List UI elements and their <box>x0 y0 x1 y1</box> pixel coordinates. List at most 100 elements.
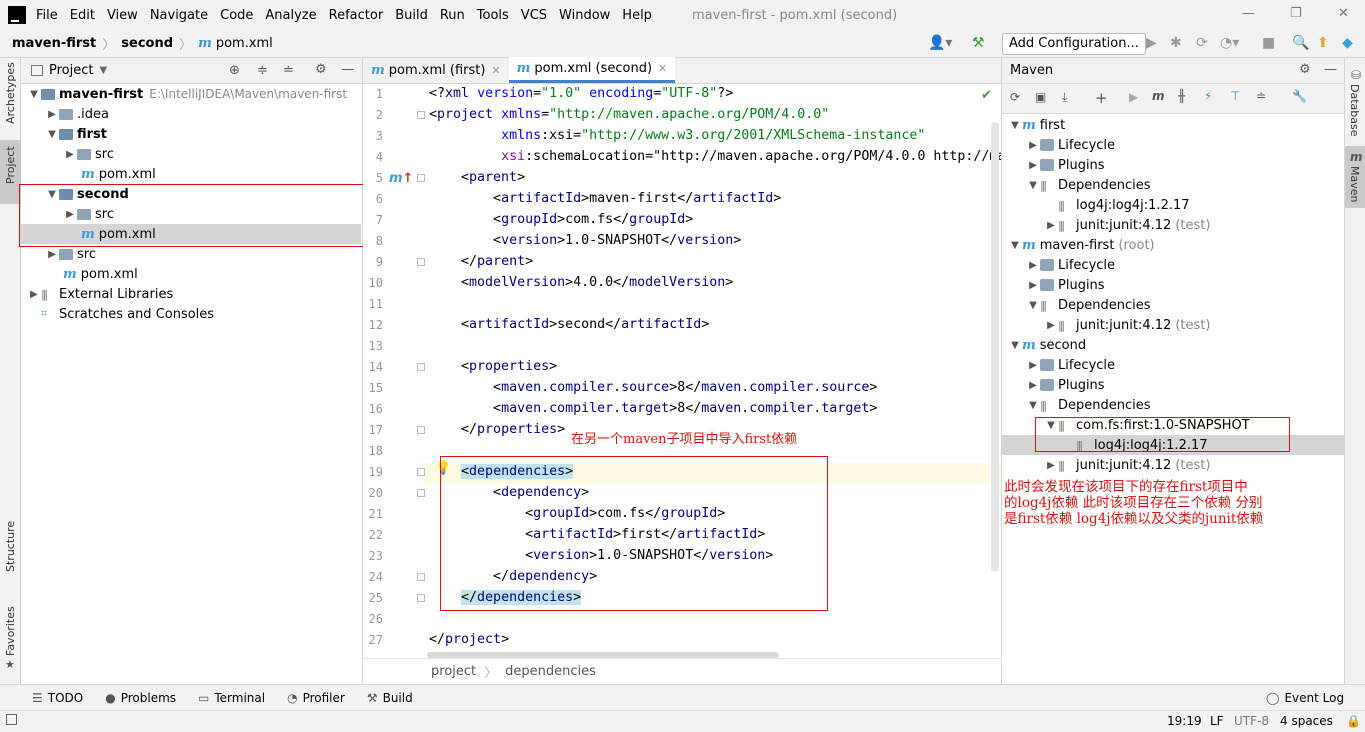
menu-analyze[interactable]: Analyze <box>265 8 316 23</box>
project-tool-tab[interactable]: Project <box>4 146 17 184</box>
menu-build[interactable]: Build <box>395 8 428 23</box>
horizontal-scrollbar[interactable] <box>427 652 779 658</box>
vertical-scrollbar[interactable] <box>991 122 999 572</box>
maven-tree-item[interactable]: ▶ Lifecycle <box>1002 135 1345 155</box>
problems-tool-button[interactable]: ● Problems <box>105 691 176 705</box>
maven-tree-item[interactable]: ▼ ||| Dependencies <box>1002 395 1345 415</box>
generate-sources-icon[interactable]: ▣ <box>1035 90 1046 104</box>
maven-tree-item[interactable]: ▼ ||| Dependencies <box>1002 175 1345 195</box>
toggle-offline-icon[interactable]: ╫ <box>1178 89 1185 103</box>
stop-icon[interactable]: ■ <box>1262 35 1275 51</box>
structure-tool-tab[interactable]: Structure <box>4 521 17 572</box>
chevron-down-icon[interactable]: ▼ <box>99 65 107 76</box>
todo-tool-button[interactable]: ☰ TODO <box>32 691 83 705</box>
restore-icon[interactable]: ❐ <box>1290 6 1302 21</box>
terminal-tool-button[interactable]: ▭ Terminal <box>198 691 265 705</box>
execute-goal-icon[interactable]: m <box>1152 89 1165 103</box>
maven-tree-item[interactable]: ▶ ||| junit:junit:4.12 (test) <box>1002 315 1345 335</box>
lightbulb-icon[interactable]: 💡 <box>435 461 451 476</box>
menu-window[interactable]: Window <box>559 8 610 23</box>
close-tab-icon[interactable]: ✕ <box>491 64 500 77</box>
hide-icon[interactable]: — <box>341 62 354 77</box>
archetypes-tool-tab[interactable]: Archetypes <box>4 62 17 124</box>
maven-tree-item[interactable]: ▶ Plugins <box>1002 275 1345 295</box>
fold-marker-icon[interactable] <box>417 174 425 182</box>
code-area[interactable]: <?xml version="1.0" encoding="UTF-8"?> <p… <box>363 84 1001 658</box>
line-separator[interactable]: LF <box>1210 714 1224 728</box>
menu-view[interactable]: View <box>107 8 138 23</box>
fold-marker-icon[interactable] <box>417 111 425 119</box>
tree-item-root-pom[interactable]: m pom.xml <box>21 264 361 284</box>
menu-navigate[interactable]: Navigate <box>150 8 208 23</box>
menu-code[interactable]: Code <box>220 8 253 23</box>
menu-file[interactable]: File <box>36 8 58 23</box>
minimize-icon[interactable]: — <box>1242 6 1255 21</box>
profile-icon[interactable]: ◔▾ <box>1220 35 1239 51</box>
project-panel-title[interactable]: Project <box>49 63 93 78</box>
maven-tree-item[interactable]: ▶ Lifecycle <box>1002 255 1345 275</box>
menu-refactor[interactable]: Refactor <box>329 8 384 23</box>
maven-tree-item[interactable]: ▼ ||| Dependencies <box>1002 295 1345 315</box>
fold-marker-icon[interactable] <box>417 594 425 602</box>
collapse-all-icon[interactable]: ≐ <box>1256 89 1266 103</box>
build-tool-button[interactable]: ⚒ Build <box>367 691 413 705</box>
gear-icon[interactable]: ⚙ <box>315 62 327 77</box>
menu-help[interactable]: Help <box>622 8 652 23</box>
maven-tree-item[interactable]: ▼ m maven-first (root) <box>1002 235 1345 255</box>
close-tab-icon[interactable]: ✕ <box>658 62 667 75</box>
maven-tree-item[interactable]: ▶ Plugins <box>1002 375 1345 395</box>
breadcrumb-project[interactable]: maven-first <box>12 36 96 51</box>
run-icon[interactable]: ▶ <box>1146 35 1157 51</box>
maven-tree-item[interactable]: ▼ m first <box>1002 115 1345 135</box>
locate-icon[interactable]: ⊕ <box>229 63 240 78</box>
build-hammer-icon[interactable]: ⚒ <box>972 35 985 51</box>
editor-breadcrumb-project[interactable]: project <box>431 664 476 679</box>
tree-item-first-src[interactable]: ▶ src <box>21 144 361 164</box>
tree-item-maven-first[interactable]: ▼ maven-first E:\IntelliJIDEA\Maven\mave… <box>21 84 361 104</box>
coverage-icon[interactable]: ⟳ <box>1196 35 1208 51</box>
file-encoding[interactable]: UTF-8 <box>1234 714 1269 728</box>
search-icon[interactable]: 🔍 <box>1292 35 1309 51</box>
maven-tree-item[interactable]: ▶ ||| junit:junit:4.12 (test) <box>1002 215 1345 235</box>
close-icon[interactable]: ✕ <box>1338 6 1349 21</box>
expand-all-icon[interactable]: ≑ <box>257 63 268 78</box>
jetbrains-icon[interactable]: ◆ <box>1342 35 1353 51</box>
tree-item-second-src[interactable]: ▶ src <box>21 204 361 224</box>
maven-tool-tab[interactable]: Maven <box>1348 166 1361 202</box>
wrench-icon[interactable]: 🔧 <box>1292 89 1307 103</box>
gear-icon[interactable]: ⚙ <box>1299 62 1311 77</box>
tab-pom-first[interactable]: m pom.xml (first) ✕ <box>363 57 509 83</box>
menu-tools[interactable]: Tools <box>477 8 509 23</box>
database-tool-tab[interactable]: Database <box>1348 84 1361 137</box>
tree-item-second[interactable]: ▼ second <box>21 184 361 204</box>
fold-marker-icon[interactable] <box>417 426 425 434</box>
hide-icon[interactable]: — <box>1324 62 1337 77</box>
lock-icon[interactable]: 🔒 <box>1346 714 1361 728</box>
fold-marker-icon[interactable] <box>417 363 425 371</box>
update-icon[interactable]: ⬆ <box>1317 35 1329 51</box>
maven-tree-item[interactable]: ||| log4j:log4j:1.2.17 <box>1002 195 1345 215</box>
maven-tree-item[interactable]: ▼ ||| com.fs:first:1.0-SNAPSHOT <box>1002 415 1345 435</box>
tree-item-root-src[interactable]: ▶ src <box>21 244 361 264</box>
collapse-all-icon[interactable]: ≐ <box>283 63 294 78</box>
add-icon[interactable]: + <box>1095 89 1108 107</box>
tree-item-scratches[interactable]: ⌗ Scratches and Consoles <box>21 304 361 324</box>
fold-marker-icon[interactable] <box>417 489 425 497</box>
fold-marker-icon[interactable] <box>417 573 425 581</box>
debug-icon[interactable]: ✱ <box>1170 35 1182 51</box>
tree-item-idea[interactable]: ▶ .idea <box>21 104 361 124</box>
inspection-ok-icon[interactable]: ✔ <box>981 88 992 103</box>
tree-item-first-pom[interactable]: m pom.xml <box>21 164 361 184</box>
download-icon[interactable]: ⤓ <box>1062 90 1067 105</box>
tab-pom-second[interactable]: m pom.xml (second) ✕ <box>508 57 676 83</box>
profiler-tool-button[interactable]: ◔ Profiler <box>287 691 345 705</box>
tree-item-external-libraries[interactable]: ▶ ||| External Libraries <box>21 284 361 304</box>
fold-marker-icon[interactable] <box>417 468 425 476</box>
favorites-tool-tab[interactable]: Favorites <box>4 606 17 656</box>
maven-tree-item[interactable]: ||| log4j:log4j:1.2.17 <box>1002 435 1345 455</box>
tree-item-first[interactable]: ▼ first <box>21 124 361 144</box>
run-icon[interactable]: ▶ <box>1129 90 1138 104</box>
parent-pom-gutter-icon[interactable]: m↑ <box>389 171 413 186</box>
panel-toggle-icon[interactable] <box>6 714 17 725</box>
menu-vcs[interactable]: VCS <box>521 8 547 23</box>
